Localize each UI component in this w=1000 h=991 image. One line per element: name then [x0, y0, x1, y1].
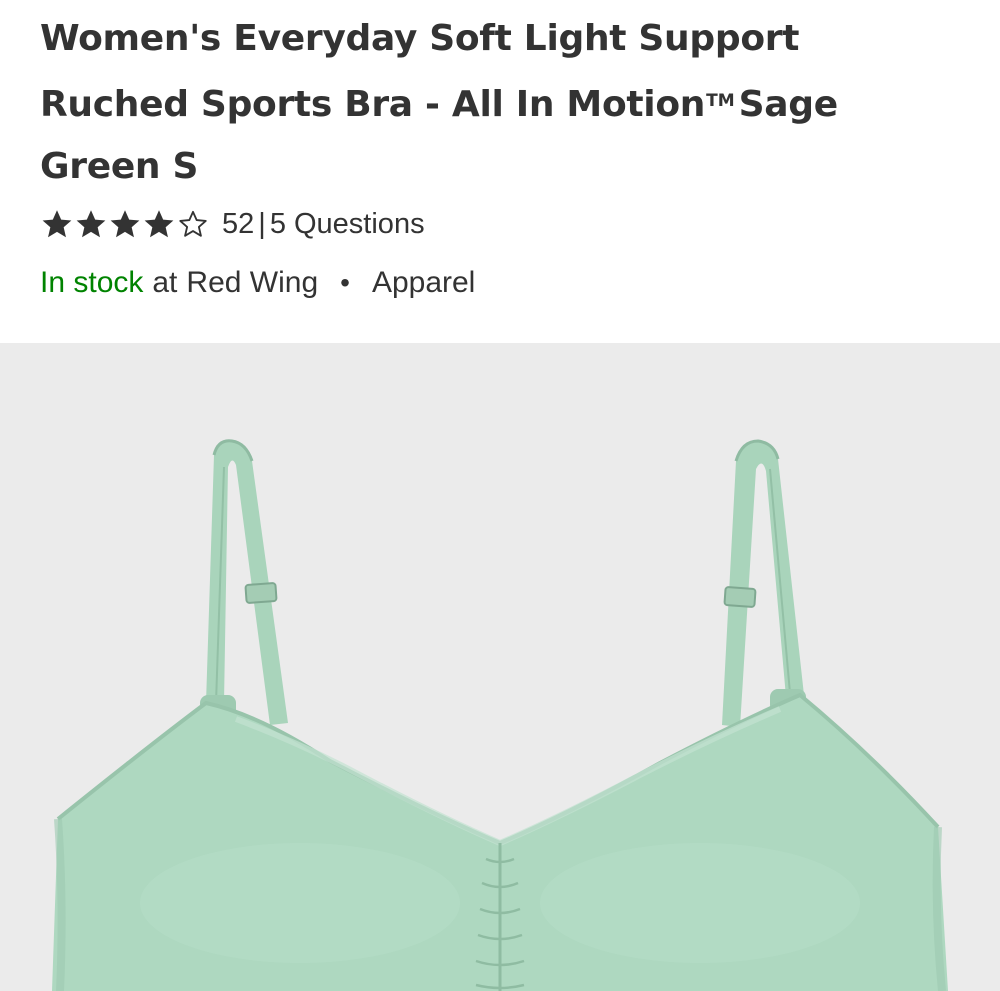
star-filled-icon: [76, 210, 106, 238]
category-link[interactable]: Apparel: [372, 266, 475, 300]
product-photo-sports-bra: [0, 343, 1000, 991]
review-count-link[interactable]: 52: [222, 208, 254, 241]
star-filled-icon: [144, 210, 174, 238]
product-title-line-1: Women's Everyday Soft Light Support: [40, 18, 800, 59]
product-title-line-2: Ruched Sports Bra - All In Motion: [40, 84, 706, 125]
questions-link[interactable]: 5 Questions: [270, 208, 425, 241]
product-title-color-word: Sage: [738, 84, 839, 125]
product-title-line-3: Green S: [40, 146, 199, 187]
stock-status: In stock: [40, 266, 144, 299]
star-filled-icon: [42, 210, 72, 238]
product-title: Women's Everyday Soft Light Support Ruche…: [40, 8, 920, 198]
availability-row: In stock at Red Wing • Apparel: [40, 258, 475, 308]
star-filled-icon: [110, 210, 140, 238]
stock-preposition: at: [152, 266, 178, 299]
star-outline-icon: [179, 210, 207, 237]
star-rating[interactable]: [40, 207, 210, 241]
bullet-separator: •: [340, 267, 350, 298]
rating-separator: |: [258, 207, 266, 240]
product-image[interactable]: [0, 343, 1000, 991]
rating-row: 52 | 5 Questions: [40, 200, 425, 248]
trademark-symbol: TM: [706, 91, 735, 111]
store-name-link[interactable]: Red Wing: [186, 266, 318, 300]
